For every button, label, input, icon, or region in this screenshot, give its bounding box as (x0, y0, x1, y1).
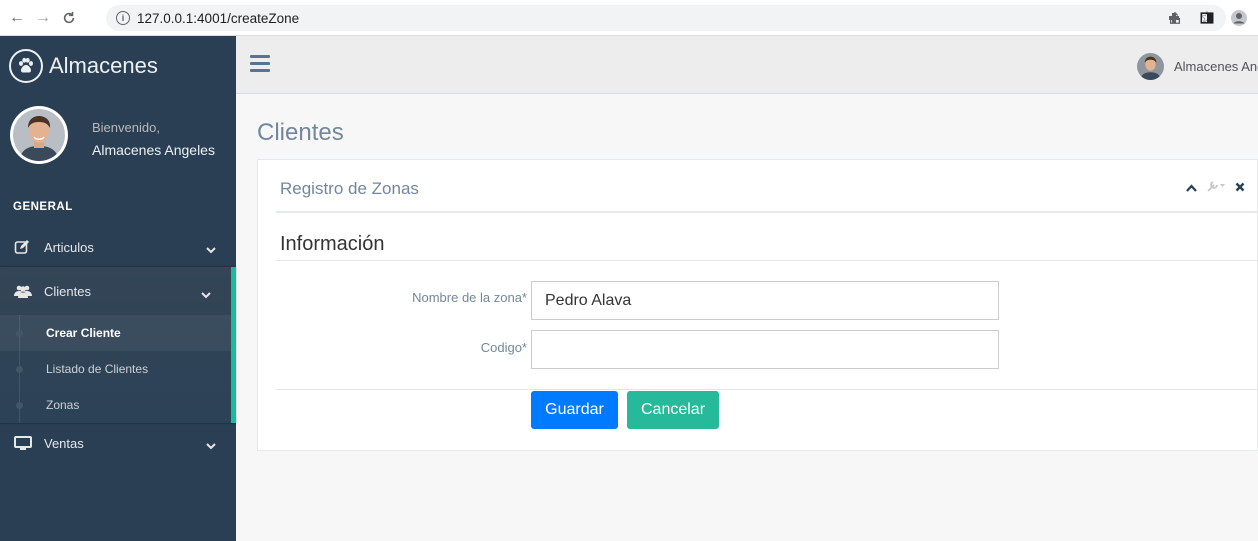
sidepanel-icon[interactable] (1198, 9, 1216, 27)
zone-name-input[interactable]: Pedro Alava (531, 281, 999, 320)
address-bar[interactable]: i 127.0.0.1:4001/createZone ☆ (106, 5, 1226, 31)
code-input[interactable] (531, 330, 999, 369)
chevron-down-icon (206, 438, 216, 453)
paw-icon (9, 49, 43, 83)
collapse-icon[interactable] (1186, 180, 1197, 195)
user-menu[interactable]: Almacenes Angeles (1137, 53, 1258, 80)
sidebar-item-ventas[interactable]: Ventas (0, 423, 236, 463)
site-info-icon[interactable]: i (116, 11, 130, 25)
forward-icon[interactable]: → (32, 7, 54, 29)
profile-name: Almacenes Angeles (92, 142, 215, 158)
user-menu-name: Almacenes Angeles (1174, 59, 1258, 74)
wrench-icon[interactable] (1207, 180, 1225, 195)
sidebar-item-crear-cliente[interactable]: Crear Cliente (0, 315, 231, 351)
avatar (10, 106, 68, 164)
extensions-icon[interactable] (1166, 9, 1184, 27)
submenu-clientes: Crear Cliente Listado de Clientes Zonas (0, 315, 231, 423)
chevron-down-icon (206, 242, 216, 257)
sidebar-item-zonas[interactable]: Zonas (0, 387, 231, 423)
side-menu: Articulos Clientes Crear Cliente Listado… (0, 227, 236, 463)
panel-toolbox (1186, 180, 1245, 195)
url-text: 127.0.0.1:4001/createZone (137, 10, 300, 26)
page-title: Clientes (257, 119, 344, 146)
sidebar-item-label: Clientes (44, 283, 91, 299)
profile-block: Bienvenido, Almacenes Angeles (0, 96, 236, 186)
sidebar: Almacenes Bienvenido, Almacenes Angeles … (0, 36, 236, 541)
form-panel: Registro de Zonas Información Nombre de … (257, 159, 1258, 451)
brand[interactable]: Almacenes (0, 36, 236, 96)
save-button[interactable]: Guardar (531, 391, 618, 429)
chevron-down-icon (201, 287, 211, 302)
cancel-button[interactable]: Cancelar (627, 391, 719, 429)
sidebar-item-listado-clientes[interactable]: Listado de Clientes (0, 351, 231, 387)
code-label: Codigo* (480, 340, 527, 355)
profile-icon[interactable] (1230, 9, 1248, 27)
form-divider (276, 389, 1258, 390)
close-icon[interactable] (1235, 180, 1245, 195)
browser-toolbar: ← → i 127.0.0.1:4001/createZone ☆ (0, 0, 1258, 36)
sidebar-item-label: Articulos (44, 239, 94, 255)
back-icon[interactable]: ← (6, 7, 28, 29)
panel-divider (276, 211, 1258, 213)
reload-icon[interactable] (58, 7, 80, 29)
sidebar-item-label: Ventas (44, 435, 84, 451)
avatar (1137, 53, 1164, 80)
welcome-text: Bienvenido, (92, 120, 160, 135)
zone-name-label: Nombre de la zona* (412, 290, 527, 305)
form-section-title: Información (280, 233, 385, 255)
section-divider (276, 260, 1258, 261)
section-title: GENERAL (13, 201, 73, 213)
sidebar-item-clientes[interactable]: Clientes (0, 267, 231, 315)
panel-title: Registro de Zonas (280, 179, 419, 198)
brand-name: Almacenes (49, 53, 158, 78)
sidebar-group-clientes: Clientes Crear Cliente Listado de Client… (0, 267, 236, 423)
users-icon (14, 284, 36, 298)
sidebar-item-articulos[interactable]: Articulos (0, 227, 236, 267)
menu-toggle-icon[interactable] (250, 55, 270, 76)
edit-icon (14, 239, 36, 255)
desktop-icon (14, 435, 36, 451)
top-nav: Almacenes Angeles (236, 36, 1258, 94)
